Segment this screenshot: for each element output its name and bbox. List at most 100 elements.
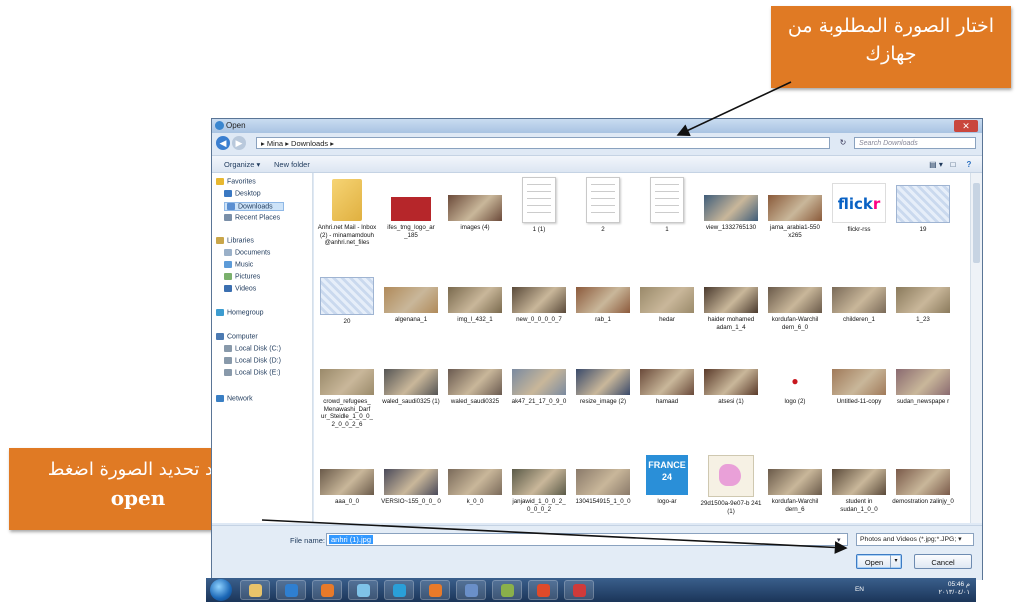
organize-button[interactable]: Organize ▾ <box>224 160 260 169</box>
file-item[interactable]: sudan_newspape r <box>892 369 954 406</box>
file-item[interactable]: jama_arabia1-550 x265 <box>764 195 826 239</box>
filename-dropdown-icon[interactable]: ▾ <box>837 536 841 544</box>
file-item[interactable]: aaa_0_0 <box>316 469 378 506</box>
file-item[interactable]: demostration zalinjy_0 <box>892 469 954 506</box>
file-item[interactable]: 29d1500a-9e07-b 241 (1) <box>700 455 762 515</box>
nav-item[interactable]: Recent Places <box>224 214 280 221</box>
dialog-titlebar[interactable]: Open ✕ <box>212 119 982 133</box>
file-item[interactable]: kordufan-Warchil dern_6_0 <box>764 287 826 331</box>
file-label: student in sudan_1_0_0 <box>840 498 878 513</box>
file-item[interactable]: waled_saudi0325 <box>444 369 506 406</box>
file-item[interactable]: hedar <box>636 287 698 324</box>
file-label: sudan_newspape r <box>896 398 950 405</box>
file-type-filter[interactable]: Photos and Videos (*.jpg;*.JPG; ▾ <box>856 533 974 546</box>
nav-item[interactable]: Local Disk (C:) <box>224 345 281 352</box>
nav-item-icon <box>216 237 224 244</box>
file-item[interactable]: hamaad <box>636 369 698 406</box>
file-item[interactable]: images (4) <box>444 195 506 232</box>
taskbar-app-button[interactable] <box>456 580 486 600</box>
clock[interactable]: 05:46 م ٢٠١٣/٠٤/٠١ <box>938 581 970 597</box>
file-label: 1 (1) <box>532 226 546 233</box>
nav-item-label: Network <box>227 395 253 403</box>
filename-input[interactable]: anhri (1).jpg <box>326 533 848 546</box>
file-item[interactable]: waled_saudi0325 (1) <box>380 369 442 406</box>
file-item[interactable]: flickr flickr-rss <box>828 183 890 234</box>
nav-item-label: Favorites <box>227 178 256 186</box>
nav-item[interactable]: Local Disk (D:) <box>224 357 281 364</box>
file-item[interactable]: Untitled-11-copy <box>828 369 890 406</box>
file-item[interactable]: crowd_refugees_ Menawashi_Darf ur_Steidl… <box>316 369 378 428</box>
vertical-scrollbar[interactable] <box>970 173 982 523</box>
nav-item[interactable]: Libraries <box>216 237 254 244</box>
taskbar-app-button[interactable] <box>420 580 450 600</box>
file-item[interactable]: ● logo (2) <box>764 361 826 406</box>
nav-item[interactable]: Music <box>224 261 253 268</box>
file-item[interactable]: student in sudan_1_0_0 <box>828 469 890 513</box>
file-item[interactable]: VERSIO~155_0_0_ 0 <box>380 469 442 506</box>
file-item[interactable]: 1 (1) <box>508 177 570 234</box>
file-item[interactable]: resize_image (2) <box>572 369 634 406</box>
dialog-title: Open <box>226 121 246 130</box>
taskbar-app-icon <box>501 584 514 597</box>
language-indicator[interactable]: EN <box>855 586 864 593</box>
preview-pane-icon[interactable]: □ <box>948 160 958 169</box>
file-item[interactable]: img_l_432_1 <box>444 287 506 324</box>
file-item[interactable]: k_0_0 <box>444 469 506 506</box>
taskbar-app-button[interactable] <box>240 580 270 600</box>
file-item[interactable]: janjawid_1_0_0_2_ 0_0_0_2 <box>508 469 570 513</box>
file-item[interactable]: 1_23 <box>892 287 954 324</box>
file-item[interactable]: 1304154915_1_0_0 <box>572 469 634 506</box>
search-input[interactable]: Search Downloads <box>854 137 976 149</box>
refresh-icon[interactable]: ↻ <box>836 137 850 149</box>
taskbar-app-button[interactable] <box>528 580 558 600</box>
file-item[interactable]: rab_1 <box>572 287 634 324</box>
file-item[interactable]: 19 <box>892 185 954 234</box>
nav-item[interactable]: Desktop <box>224 190 261 197</box>
file-item[interactable]: haider mohamed adam_1_4 <box>700 287 762 331</box>
taskbar-app-button[interactable] <box>348 580 378 600</box>
taskbar-app-icon <box>465 584 478 597</box>
nav-item[interactable]: Pictures <box>224 273 260 280</box>
nav-item[interactable]: Homegroup <box>216 309 264 316</box>
taskbar-app-button[interactable] <box>384 580 414 600</box>
cancel-button[interactable]: Cancel <box>914 554 972 569</box>
taskbar-app-button[interactable] <box>312 580 342 600</box>
new-folder-button[interactable]: New folder <box>274 160 310 169</box>
nav-item[interactable]: Downloads <box>224 202 284 212</box>
file-item[interactable]: FRANCE 24 logo-ar <box>636 455 698 506</box>
open-button[interactable]: Open ▾ <box>856 554 902 569</box>
file-item[interactable]: 2 <box>572 177 634 234</box>
start-button[interactable] <box>210 579 232 601</box>
file-item[interactable]: ifes_tmg_logo_ar _185 <box>380 197 442 239</box>
address-bar[interactable]: ▸ Mina ▸ Downloads ▸ <box>256 137 830 149</box>
file-item[interactable]: 20 <box>316 277 378 326</box>
file-item[interactable]: kordufan-Warchil dern_6 <box>764 469 826 513</box>
nav-item[interactable]: Videos <box>224 285 256 292</box>
file-item[interactable]: algenana_1 <box>380 287 442 324</box>
nav-item[interactable]: Favorites <box>216 178 256 185</box>
address-row: ◀ ▶ ▸ Mina ▸ Downloads ▸ ↻ Search Downlo… <box>212 134 982 152</box>
file-item[interactable]: new_0_0_0_0_7 <box>508 287 570 324</box>
nav-item[interactable]: Documents <box>224 249 270 256</box>
file-item[interactable]: Anhri.net Mail - Inbox (2) - minamamdouh… <box>316 179 378 247</box>
file-item[interactable]: 1 <box>636 177 698 234</box>
file-thumbnail <box>640 287 694 313</box>
file-item[interactable]: atsesi (1) <box>700 369 762 406</box>
file-label: algenana_1 <box>394 316 428 323</box>
nav-item[interactable]: Network <box>216 395 253 402</box>
view-options-icon[interactable]: ▤ ▾ <box>928 160 944 169</box>
taskbar-app-button[interactable] <box>564 580 594 600</box>
back-button[interactable]: ◀ <box>216 136 230 150</box>
help-icon[interactable]: ? <box>964 160 974 169</box>
nav-item[interactable]: Computer <box>216 333 258 340</box>
file-item[interactable]: childeren_1 <box>828 287 890 324</box>
file-item[interactable]: ak47_21_17_0_9_0 <box>508 369 570 406</box>
close-button[interactable]: ✕ <box>954 120 978 132</box>
taskbar-app-button[interactable] <box>276 580 306 600</box>
open-options-icon[interactable]: ▾ <box>890 555 901 568</box>
forward-button[interactable]: ▶ <box>232 136 246 150</box>
file-label: kordufan-Warchil dern_6_0 <box>771 316 819 331</box>
file-item[interactable]: view_1332765130 <box>700 195 762 232</box>
taskbar-app-button[interactable] <box>492 580 522 600</box>
nav-item[interactable]: Local Disk (E:) <box>224 369 281 376</box>
